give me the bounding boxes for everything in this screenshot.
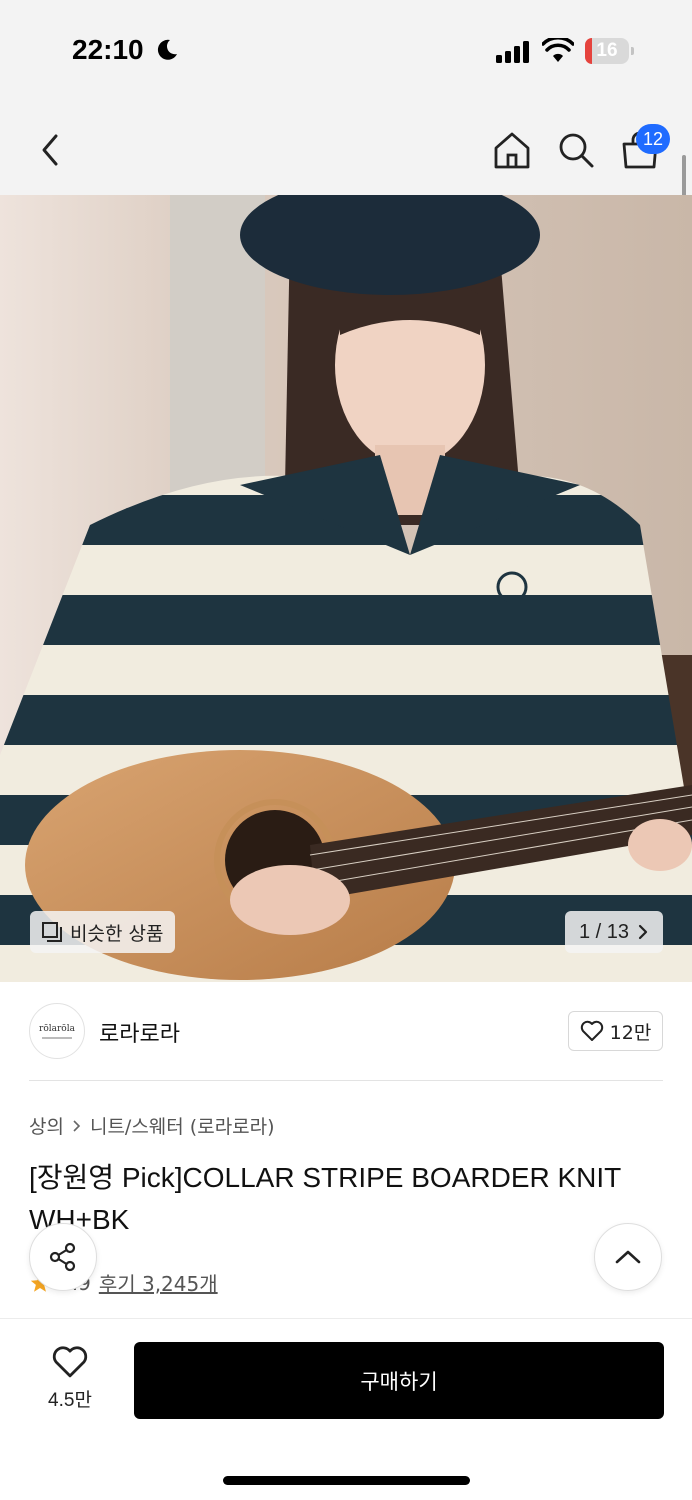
brand-logo-line — [42, 1036, 72, 1039]
page-indicator: 1 / 13 — [578, 920, 630, 943]
product-image[interactable] — [0, 195, 692, 982]
brand-logo-text: rōlarōla — [39, 1023, 75, 1034]
breadcrumb-category[interactable]: 상의 — [29, 1112, 64, 1139]
home-indicator — [223, 1476, 470, 1485]
similar-products-button[interactable]: 비슷한 상품 — [30, 911, 176, 953]
brand-like-count: 12만 — [609, 1021, 652, 1044]
breadcrumb: 상의 니트/스웨터 (로라로라) — [29, 1112, 275, 1139]
review-count-link[interactable]: 후기 3,245개 — [99, 1268, 218, 1297]
divider — [29, 1080, 663, 1081]
heart-icon — [580, 1020, 603, 1041]
scroll-top-button[interactable] — [594, 1223, 662, 1291]
wishlist-button[interactable]: 4.5만 — [30, 1345, 110, 1417]
chevron-right-icon — [73, 1119, 81, 1132]
chevron-up-icon — [615, 1250, 641, 1264]
breadcrumb-subcategory[interactable]: 니트/스웨터 (로라로라) — [90, 1112, 275, 1139]
home-icon[interactable] — [492, 130, 532, 170]
battery-nub — [631, 47, 634, 55]
buy-button[interactable]: 구매하기 — [134, 1342, 664, 1419]
wifi-icon — [542, 38, 574, 62]
brand-like-button[interactable]: 12만 — [568, 1011, 663, 1051]
signal-icon — [496, 41, 529, 63]
chevron-right-icon — [638, 924, 648, 940]
battery-level: 16 — [596, 40, 618, 61]
brand-name[interactable]: 로라로라 — [99, 1016, 180, 1048]
search-icon[interactable] — [556, 130, 596, 170]
battery-indicator: 16 — [585, 38, 629, 64]
back-icon[interactable] — [32, 132, 68, 168]
similar-icon — [42, 922, 62, 942]
share-button[interactable] — [29, 1223, 97, 1291]
similar-products-label: 비슷한 상품 — [70, 922, 164, 945]
cart-count-badge: 12 — [636, 124, 670, 154]
image-pager[interactable]: 1 / 13 — [565, 911, 663, 953]
product-title: [장원영 Pick]COLLAR STRIPE BOARDER KNIT WH+… — [29, 1162, 621, 1235]
share-icon — [49, 1242, 76, 1272]
product-photo-illustration — [0, 195, 692, 982]
brand-logo[interactable]: rōlarōla — [29, 1003, 85, 1059]
heart-icon — [52, 1346, 88, 1378]
moon-icon — [157, 39, 177, 60]
wishlist-count: 4.5만 — [48, 1390, 92, 1411]
status-time: 22:10 — [72, 34, 144, 65]
